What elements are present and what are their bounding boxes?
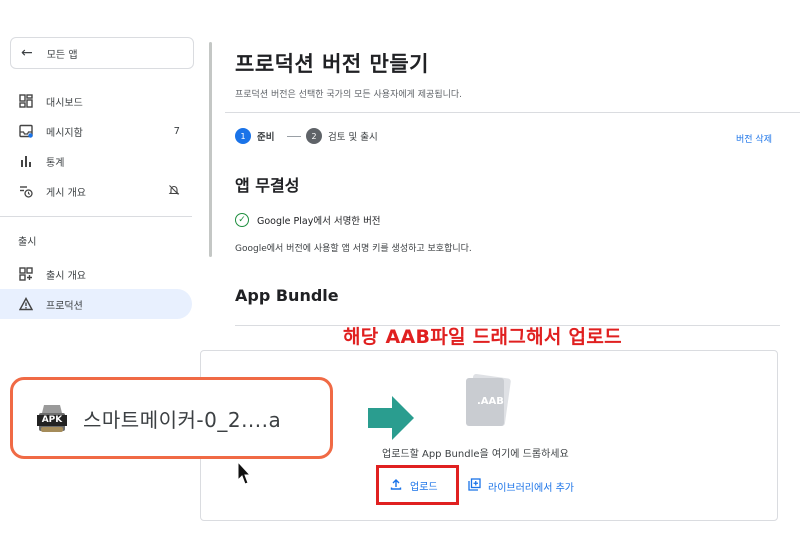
signed-by-play-row: ✓ Google Play에서 서명한 버전 (235, 213, 381, 227)
step-number: 1 (235, 128, 251, 144)
drag-arrow-icon (366, 394, 416, 442)
notifications-off-icon[interactable] (168, 184, 180, 199)
delete-version-link[interactable]: 버전 삭제 (736, 132, 772, 145)
page-subtitle: 프로덕션 버전은 선택한 국가의 모든 사용자에게 제공됩니다. (235, 90, 463, 100)
sidebar-scrollbar[interactable] (209, 42, 212, 257)
back-arrow-icon: ← (21, 45, 33, 61)
upload-label: 업로드 (410, 482, 438, 493)
sidebar-item-statistics[interactable]: 통계 (0, 146, 192, 176)
header-divider (225, 112, 800, 113)
sidebar-item-label: 메시지함 (46, 127, 83, 139)
library-label: 라이브러리에서 추가 (488, 482, 574, 494)
schedule-list-icon (18, 183, 34, 199)
sidebar-item-release-overview[interactable]: 출시 개요 (0, 259, 192, 289)
bar-chart-icon (18, 153, 34, 169)
aab-file-icon: .AAB (460, 372, 516, 432)
step-prepare[interactable]: 1 준비 (235, 128, 274, 144)
apk-file-icon: APK (35, 401, 69, 435)
sidebar-section-release: 출시 (18, 237, 37, 248)
upload-button[interactable]: 업로드 (390, 478, 438, 493)
aab-icon-label: .AAB (477, 396, 504, 407)
signed-label: Google Play에서 서명한 버전 (257, 216, 381, 227)
step-review-release[interactable]: 2 검토 및 출시 (306, 128, 378, 144)
step-label: 준비 (257, 132, 275, 143)
annotation-caption: 해당 AAB파일 드래그해서 업로드 (343, 326, 622, 348)
app-integrity-heading: 앱 무결성 (235, 176, 300, 195)
add-from-library-button[interactable]: 라이브러리에서 추가 (468, 478, 574, 494)
all-apps-label: 모든 앱 (46, 49, 78, 61)
integrity-description: Google에서 버전에 사용할 앱 서명 키를 생성하고 보호합니다. (235, 244, 472, 254)
inbox-icon (18, 123, 34, 139)
dashboard-icon (18, 93, 34, 109)
check-circle-icon: ✓ (235, 213, 249, 227)
sidebar: ← 모든 앱 대시보드 메시지함 7 통계 게시 개요 출시 출시 개요 프로덕… (0, 0, 200, 330)
dragged-file-overlay[interactable]: APK 스마트메이커-0_2....a (10, 377, 333, 459)
sidebar-item-label: 게시 개요 (46, 187, 86, 199)
page-title: 프로덕션 버전 만들기 (235, 52, 430, 76)
dragged-file-name: 스마트메이커-0_2....a (83, 407, 282, 432)
library-add-icon (468, 478, 481, 494)
step-number: 2 (306, 128, 322, 144)
sidebar-item-label: 프로덕션 (46, 300, 83, 312)
sidebar-item-label: 통계 (46, 157, 65, 169)
step-connector (287, 136, 301, 137)
sidebar-item-inbox[interactable]: 메시지함 7 (0, 116, 192, 146)
sidebar-item-production[interactable]: 프로덕션 (0, 289, 192, 319)
step-label: 검토 및 출시 (328, 132, 378, 143)
inbox-count-badge: 7 (173, 125, 180, 137)
sidebar-item-label: 대시보드 (46, 97, 83, 109)
sidebar-divider (0, 216, 192, 217)
production-warning-icon (18, 296, 34, 312)
mouse-cursor-icon (236, 460, 252, 486)
all-apps-button[interactable]: ← 모든 앱 (10, 37, 194, 69)
drop-instruction: 업로드할 App Bundle을 여기에 드롭하세요 (382, 449, 569, 460)
sidebar-item-dashboard[interactable]: 대시보드 (0, 86, 192, 116)
sidebar-item-publishing-overview[interactable]: 게시 개요 (0, 176, 192, 206)
apk-icon-label: APK (37, 415, 67, 426)
upload-icon (390, 478, 402, 493)
release-overview-icon (18, 266, 34, 282)
app-bundle-heading: App Bundle (235, 286, 339, 305)
sidebar-item-label: 출시 개요 (46, 270, 86, 282)
